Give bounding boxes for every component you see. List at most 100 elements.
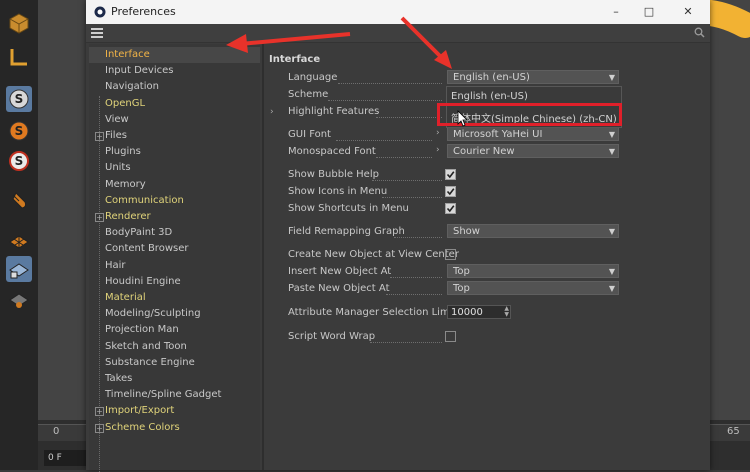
section-title: Interface [269, 54, 321, 65]
sidebar-item-label: Scheme Colors [105, 421, 180, 433]
preferences-window: Preferences – □ ✕ Interface Input Devices… [86, 0, 710, 472]
leader-dots [336, 139, 432, 141]
sidebar-item[interactable]: Memory [89, 177, 260, 193]
gui-font-dropdown[interactable]: Microsoft YaHei UI ▼ [447, 127, 619, 141]
sidebar-item[interactable]: Timeline/Spline Gadget [89, 387, 260, 403]
shortcuts-in-menu-checkbox[interactable] [445, 203, 456, 214]
sidebar-item-label: Renderer [105, 211, 151, 222]
sidebar-item[interactable]: BodyPaint 3D [89, 225, 260, 241]
chevron-right-icon[interactable]: › [436, 128, 440, 138]
create-at-center-checkbox[interactable] [445, 249, 456, 260]
hamburger-menu-icon[interactable] [91, 28, 103, 41]
sidebar-item[interactable]: OpenGL [89, 96, 260, 112]
sidebar-item-label: BodyPaint 3D [105, 227, 173, 239]
sidebar-item[interactable]: Substance Engine [89, 355, 260, 371]
search-icon[interactable] [694, 27, 705, 41]
sidebar-item[interactable]: Material [89, 290, 260, 306]
icons-in-menu-checkbox[interactable] [445, 186, 456, 197]
sidebar-item-label: Files [105, 130, 127, 141]
tree-expand-icon[interactable]: + [95, 407, 104, 417]
field-remapping-dropdown[interactable]: Show ▼ [447, 224, 619, 238]
sidebar-item-label: Plugins [105, 146, 141, 158]
highlight-features-label: Highlight Features [288, 106, 380, 117]
gui-font-label: GUI Font [288, 129, 331, 140]
sidebar-item[interactable]: Navigation [89, 79, 260, 95]
sidebar-item[interactable]: Sketch and Toon [89, 339, 260, 355]
tree-expand-icon[interactable]: + [95, 213, 104, 222]
sidebar-item-label: Modeling/Sculpting [105, 308, 201, 320]
create-at-center-label: Create New Object at View Center [288, 249, 459, 260]
selection-limit-input[interactable]: 10000 ▲ ▼ [447, 305, 511, 319]
chevron-down-icon: ▼ [608, 227, 615, 236]
highlight-box [437, 103, 622, 126]
sidebar-item[interactable]: + Files [89, 128, 260, 144]
field-remapping-label: Field Remapping Graph [288, 226, 405, 237]
sidebar-item[interactable]: Communication [89, 193, 260, 209]
monospaced-font-dropdown[interactable]: Courier New ▼ [447, 144, 619, 158]
sidebar-item[interactable]: + Scheme Colors [89, 420, 260, 436]
shortcuts-in-menu-label: Show Shortcuts in Menu [288, 203, 409, 214]
chevron-down-icon: ▼ [608, 284, 615, 293]
chevron-right-icon[interactable]: › [436, 145, 440, 155]
leader-dots [386, 293, 442, 295]
gui-font-value: Microsoft YaHei UI [453, 129, 543, 140]
workplane-icon[interactable] [6, 228, 32, 254]
chevron-down-icon: ▼ [608, 73, 615, 82]
option-english[interactable]: English (en-US) [451, 91, 528, 102]
leader-dots [370, 341, 442, 343]
title-bar: Preferences – □ ✕ [86, 0, 710, 24]
icons-in-menu-label: Show Icons in Menu [288, 186, 388, 197]
axis-icon[interactable] [6, 44, 32, 70]
workplane-dark-icon[interactable] [6, 286, 32, 312]
magnet-icon[interactable] [6, 188, 32, 214]
sidebar-item[interactable]: Projection Man [89, 322, 260, 338]
tree-expand-icon[interactable]: + [95, 423, 104, 433]
minimize-button[interactable]: – [606, 3, 626, 21]
sidebar-item-label: Substance Engine [105, 356, 195, 368]
snap-s-red-icon[interactable]: S [6, 148, 32, 174]
snap-s-orange-icon[interactable]: S [6, 118, 32, 144]
sidebar-item[interactable]: Interface [89, 47, 260, 63]
monospaced-font-label: Monospaced Font [288, 146, 376, 157]
chevron-down-icon: ▼ [608, 147, 615, 156]
sidebar-item-label: Communication [105, 194, 184, 206]
chevron-down-icon: ▼ [608, 130, 615, 139]
cinema4d-icon [94, 6, 106, 21]
leader-dots [382, 196, 442, 198]
bubble-help-label: Show Bubble Help [288, 169, 379, 180]
svg-text:S: S [15, 92, 24, 106]
bubble-help-checkbox[interactable] [445, 169, 456, 180]
maximize-button[interactable]: □ [639, 3, 659, 21]
insert-new-object-value: Top [453, 266, 470, 277]
language-dropdown[interactable]: English (en-US) ▼ [447, 70, 619, 84]
sidebar-item[interactable]: Hair [89, 258, 260, 274]
paste-new-object-dropdown[interactable]: Top ▼ [447, 281, 619, 295]
cube-icon[interactable] [6, 10, 32, 36]
sidebar-item-label: Content Browser [105, 243, 189, 255]
insert-new-object-dropdown[interactable]: Top ▼ [447, 264, 619, 278]
language-label: Language [288, 72, 338, 83]
script-word-wrap-label: Script Word Wrap [288, 331, 376, 342]
spinner-arrows-icon[interactable]: ▲ ▼ [504, 306, 509, 318]
leader-dots [376, 116, 442, 118]
sidebar-item[interactable]: View [89, 112, 260, 128]
snap-s-icon[interactable]: S [6, 86, 32, 112]
sidebar-item[interactable]: + Renderer [89, 209, 260, 225]
sidebar-item[interactable]: Input Devices [89, 63, 260, 79]
tree-expand-icon[interactable]: + [95, 132, 104, 141]
sidebar-item-label: Input Devices [105, 65, 174, 77]
sidebar-item[interactable]: + Import/Export [89, 403, 260, 419]
workplane-lock-icon[interactable] [6, 256, 32, 282]
sidebar-item[interactable]: Modeling/Sculpting [89, 306, 260, 322]
category-tree: Interface Input Devices Navigation OpenGL Vi… [89, 44, 260, 472]
sidebar-item[interactable]: Houdini Engine [89, 274, 260, 290]
sidebar-item[interactable]: Plugins [89, 144, 260, 160]
chevron-right-icon[interactable]: › [270, 107, 274, 117]
script-word-wrap-checkbox[interactable] [445, 331, 456, 342]
sidebar-item[interactable]: Takes [89, 371, 260, 387]
sidebar-item[interactable]: Content Browser [89, 241, 260, 257]
current-frame-field[interactable]: 0 F [44, 450, 88, 466]
sidebar-item[interactable]: Units [89, 160, 260, 176]
close-button[interactable]: ✕ [678, 3, 698, 21]
sidebar-item-label: View [105, 113, 129, 125]
